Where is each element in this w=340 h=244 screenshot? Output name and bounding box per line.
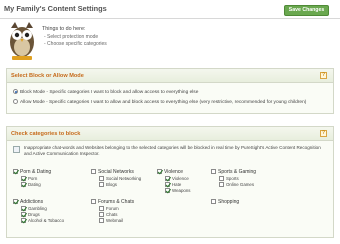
checkbox[interactable] (21, 218, 26, 223)
subcategory-label: Weapons (172, 188, 191, 193)
checkbox[interactable] (13, 199, 18, 204)
category-porn-dating[interactable]: Porn & Dating Porn Dating (13, 169, 52, 187)
category-label: Porn & Dating (20, 169, 52, 175)
subcategory-item[interactable]: Drugs (21, 212, 40, 217)
category-label: Forums & Chats (98, 199, 135, 205)
subcategory-label: Gambling (28, 206, 47, 211)
category-social-networks[interactable]: Social Networks Social Networking Blogs (91, 169, 141, 187)
subcategory-label: Blogs (106, 182, 117, 187)
category-label: Social Networks (98, 169, 134, 175)
checkbox[interactable] (165, 188, 170, 193)
subcategory-label: Alcohol & Tobacco (28, 218, 65, 223)
todo-item: - Choose specific categories (44, 41, 107, 47)
subcategory-label: Violence (172, 176, 189, 181)
subcategory-item[interactable]: Social Networking (99, 176, 141, 181)
subcategory-item[interactable]: Porn (21, 176, 37, 181)
categories-panel-header: Check categories to block ? (7, 127, 333, 141)
warning-icon (13, 146, 20, 153)
allow-mode-label: Allow Mode - Specific categories I want … (20, 100, 307, 105)
subcategory-item[interactable]: Sports (219, 176, 239, 181)
block-mode-option[interactable]: Block Mode - Specific categories I want … (13, 89, 198, 95)
subcategory-item[interactable]: Hate (165, 182, 181, 187)
intro-section: Things to do here: - Select protection m… (6, 20, 334, 64)
subcategory-label: Porn (28, 176, 38, 181)
categories-panel-title: Check categories to block (11, 131, 81, 137)
checkbox[interactable] (21, 176, 26, 181)
checkbox[interactable] (21, 182, 26, 187)
category-label: Violence (164, 169, 184, 175)
subcategory-item[interactable]: Chats (99, 212, 117, 217)
checkbox[interactable] (21, 212, 26, 217)
category-violence[interactable]: Violence Violence Hate Weapons (157, 169, 190, 193)
mode-panel-title: Select Block or Allow Mode (11, 73, 84, 79)
radio-button[interactable] (13, 89, 18, 94)
checkbox[interactable] (157, 169, 162, 174)
category-label: Shopping (218, 199, 240, 205)
category-forums-chats[interactable]: Forums & Chats Forum Chats Webmail (91, 199, 135, 223)
subcategory-item[interactable]: Forum (99, 206, 119, 211)
checkbox[interactable] (211, 199, 216, 204)
subcategory-label: Sports (226, 176, 239, 181)
mode-panel: Select Block or Allow Mode ? Block Mode … (6, 68, 334, 114)
allow-mode-option[interactable]: Allow Mode - Specific categories I want … (13, 99, 306, 105)
save-changes-button[interactable]: Save Changes (284, 5, 329, 16)
help-icon[interactable]: ? (320, 72, 327, 79)
subcategory-item[interactable]: Alcohol & Tobacco (21, 218, 64, 223)
checkbox[interactable] (165, 176, 170, 181)
subcategory-item[interactable]: Weapons (165, 188, 190, 193)
page-header: My Family's Content Settings Save Change… (0, 0, 340, 18)
mode-panel-header: Select Block or Allow Mode ? (7, 69, 333, 83)
checkbox[interactable] (219, 182, 224, 187)
checkbox[interactable] (21, 206, 26, 211)
divider (0, 18, 340, 19)
checkbox[interactable] (99, 182, 104, 187)
subcategory-item[interactable]: Dating (21, 182, 41, 187)
warning-text: Inappropriate chat-words and Websites be… (24, 145, 321, 156)
checkbox[interactable] (99, 176, 104, 181)
subcategory-label: Drugs (28, 212, 40, 217)
categories-panel: Check categories to block ? Inappropriat… (6, 126, 334, 238)
help-icon[interactable]: ? (320, 130, 327, 137)
subcategory-label: Social Networking (106, 176, 142, 181)
subcategory-label: Webmail (106, 218, 123, 223)
category-label: Sports & Gaming (218, 169, 257, 175)
subcategory-item[interactable]: Online Games (219, 182, 254, 187)
subcategory-label: Dating (28, 182, 41, 187)
category-addictions[interactable]: Addictions Gambling Drugs Alcohol & Toba… (13, 199, 64, 223)
subcategory-item[interactable]: Webmail (99, 218, 123, 223)
owl-mascot-icon (10, 22, 34, 60)
subcategory-item[interactable]: Violence (165, 176, 189, 181)
checkbox[interactable] (13, 169, 18, 174)
subcategory-label: Online Games (226, 182, 255, 187)
checkbox[interactable] (219, 176, 224, 181)
subcategory-item[interactable]: Blogs (99, 182, 117, 187)
subcategory-label: Forum (106, 206, 119, 211)
category-label: Addictions (20, 199, 44, 205)
todo-title: Things to do here: (42, 26, 86, 32)
page-title: My Family's Content Settings (4, 4, 107, 13)
checkbox[interactable] (91, 169, 96, 174)
block-mode-label: Block Mode - Specific categories I want … (20, 90, 199, 95)
checkbox[interactable] (91, 199, 96, 204)
radio-button[interactable] (13, 99, 18, 104)
checkbox[interactable] (211, 169, 216, 174)
checkbox[interactable] (165, 182, 170, 187)
category-shopping[interactable]: Shopping (211, 199, 239, 205)
checkbox[interactable] (99, 218, 104, 223)
checkbox[interactable] (99, 206, 104, 211)
subcategory-label: Chats (106, 212, 118, 217)
category-sports-gaming[interactable]: Sports & Gaming Sports Online Games (211, 169, 257, 187)
subcategory-item[interactable]: Gambling (21, 206, 47, 211)
checkbox[interactable] (99, 212, 104, 217)
todo-item: - Select protection mode (44, 34, 99, 40)
subcategory-label: Hate (172, 182, 182, 187)
